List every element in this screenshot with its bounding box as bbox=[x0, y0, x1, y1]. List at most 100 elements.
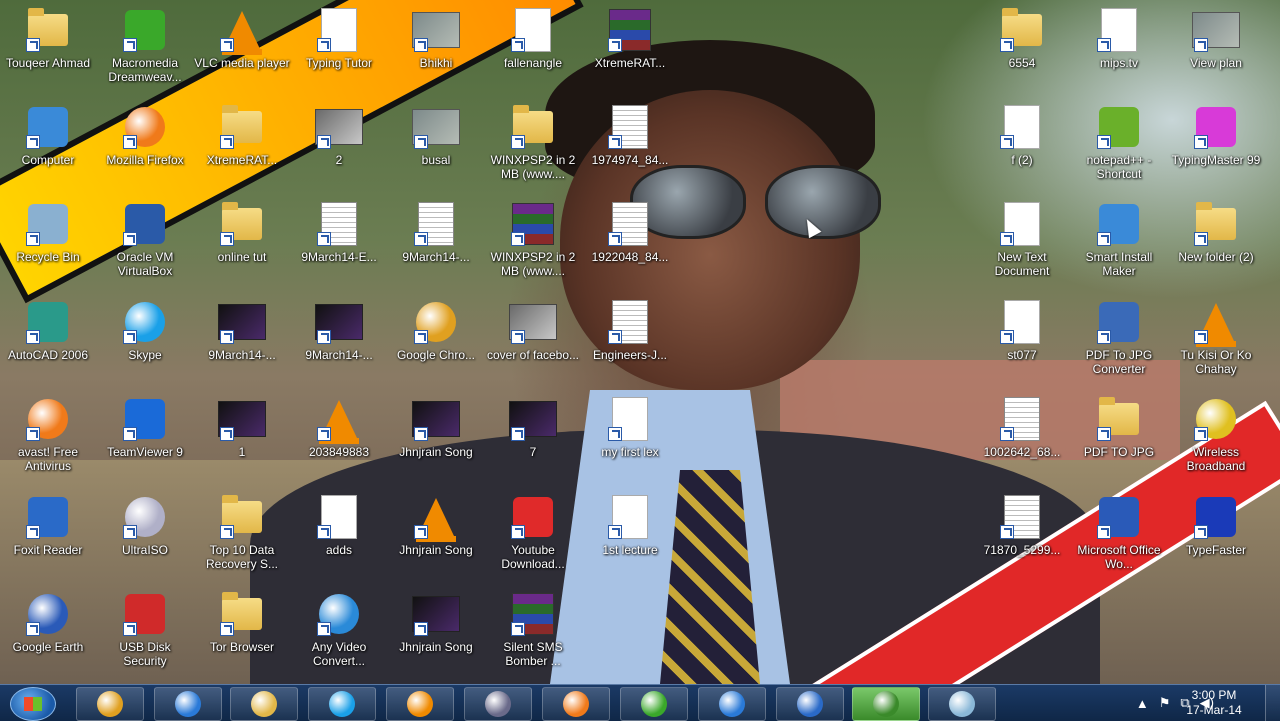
desktop-icon[interactable]: Touqeer Ahmad bbox=[0, 6, 96, 70]
desktop-icon[interactable]: 1922048_84... bbox=[582, 200, 678, 264]
desktop-icon[interactable]: Tu Kisi Or Ko Chahay bbox=[1168, 298, 1264, 376]
desktop-icon[interactable]: Wireless Broadband bbox=[1168, 395, 1264, 473]
desktop-icon[interactable]: Foxit Reader bbox=[0, 493, 96, 557]
taskbar-button-notepad[interactable] bbox=[928, 687, 996, 721]
desktop-icon[interactable]: AutoCAD 2006 bbox=[0, 298, 96, 362]
desktop-icon[interactable]: Mozilla Firefox bbox=[97, 103, 193, 167]
taskbar-button-camtasia[interactable] bbox=[852, 687, 920, 721]
shortcut-arrow-icon bbox=[414, 135, 428, 149]
desktop-icon[interactable]: WINXPSP2 in 2 MB (www.... bbox=[485, 103, 581, 181]
taskbar-button-utorrent[interactable] bbox=[620, 687, 688, 721]
text-file-icon bbox=[998, 200, 1046, 248]
desktop-icon[interactable]: Microsoft Office Wo... bbox=[1071, 493, 1167, 571]
desktop-icon[interactable]: online tut bbox=[194, 200, 290, 264]
desktop-icon[interactable]: 2 bbox=[291, 103, 387, 167]
desktop-icon[interactable]: Skype bbox=[97, 298, 193, 362]
desktop-icon[interactable]: Macromedia Dreamweav... bbox=[97, 6, 193, 84]
desktop-icon[interactable]: PDF To JPG Converter bbox=[1071, 298, 1167, 376]
desktop-icon[interactable]: New Text Document bbox=[974, 200, 1070, 278]
desktop-icon[interactable]: XtremeRAT... bbox=[194, 103, 290, 167]
desktop-icon[interactable]: busal bbox=[388, 103, 484, 167]
desktop-icon[interactable]: XtremeRAT... bbox=[582, 6, 678, 70]
desktop-icon[interactable]: 1974974_84... bbox=[582, 103, 678, 167]
desktop-icon[interactable]: Recycle Bin bbox=[0, 200, 96, 264]
desktop-icon[interactable]: Tor Browser bbox=[194, 590, 290, 654]
desktop-icon[interactable]: VLC media player bbox=[194, 6, 290, 70]
taskbar-button-vlc[interactable] bbox=[386, 687, 454, 721]
desktop-icon[interactable]: Jhnjrain Song bbox=[388, 395, 484, 459]
notepadpp-icon bbox=[1095, 103, 1143, 151]
desktop-icon-label: Top 10 Data Recovery S... bbox=[205, 543, 279, 571]
desktop-icon[interactable]: 203849883 bbox=[291, 395, 387, 459]
taskbar-button-chrome[interactable] bbox=[76, 687, 144, 721]
show-hidden-icons-icon[interactable]: ▲ bbox=[1136, 696, 1149, 711]
foxit-icon bbox=[797, 691, 823, 717]
utorrent-icon bbox=[641, 691, 667, 717]
shortcut-arrow-icon bbox=[1000, 330, 1014, 344]
taskbar-button-internet-explorer-2[interactable] bbox=[698, 687, 766, 721]
desktop-icon[interactable]: Youtube Download... bbox=[485, 493, 581, 571]
desktop-icon[interactable]: cover of facebo... bbox=[485, 298, 581, 362]
desktop-icon[interactable]: 7 bbox=[485, 395, 581, 459]
desktop-icon[interactable]: Jhnjrain Song bbox=[388, 493, 484, 557]
desktop-icon[interactable]: PDF TO JPG bbox=[1071, 395, 1167, 459]
show-desktop-button[interactable] bbox=[1265, 685, 1280, 721]
desktop-icon[interactable]: Smart Install Maker bbox=[1071, 200, 1167, 278]
taskbar-button-file-explorer[interactable] bbox=[230, 687, 298, 721]
shortcut-arrow-icon bbox=[414, 622, 428, 636]
desktop-icon-label: Microsoft Office Wo... bbox=[1077, 543, 1161, 571]
start-button[interactable] bbox=[10, 687, 56, 721]
taskbar-button-skype[interactable] bbox=[308, 687, 376, 721]
desktop-icon[interactable]: st077 bbox=[974, 298, 1070, 362]
video-thumbnail-icon bbox=[315, 103, 363, 151]
desktop-icon[interactable]: Typing Tutor bbox=[291, 6, 387, 70]
desktop-icon[interactable]: Bhikhi bbox=[388, 6, 484, 70]
shortcut-arrow-icon bbox=[511, 622, 525, 636]
desktop-icon[interactable]: Computer bbox=[0, 103, 96, 167]
desktop-icon[interactable]: fallenangle bbox=[485, 6, 581, 70]
desktop-icon[interactable]: UltraISO bbox=[97, 493, 193, 557]
desktop-icon[interactable]: USB Disk Security bbox=[97, 590, 193, 668]
desktop-icon[interactable]: 9March14-E... bbox=[291, 200, 387, 264]
desktop-icon[interactable]: Silent SMS Bomber ... bbox=[485, 590, 581, 668]
taskbar-button-internet-explorer[interactable] bbox=[154, 687, 222, 721]
desktop-icon[interactable]: Oracle VM VirtualBox bbox=[97, 200, 193, 278]
desktop-icon[interactable]: Google Earth bbox=[0, 590, 96, 654]
desktop-icon[interactable]: mips.tv bbox=[1071, 6, 1167, 70]
desktop-icon[interactable]: 1002642_68... bbox=[974, 395, 1070, 459]
desktop-icon-label: f (2) bbox=[1011, 153, 1033, 167]
desktop-icon[interactable]: adds bbox=[291, 493, 387, 557]
taskbar-button-firefox[interactable] bbox=[542, 687, 610, 721]
taskbar-button-foxit[interactable] bbox=[776, 687, 844, 721]
desktop-icon[interactable]: TypingMaster 99 bbox=[1168, 103, 1264, 167]
desktop-icon[interactable]: View plan bbox=[1168, 6, 1264, 70]
desktop-icon[interactable]: notepad++ - Shortcut bbox=[1071, 103, 1167, 181]
desktop-icon[interactable]: Google Chro... bbox=[388, 298, 484, 362]
desktop-icon[interactable]: WINXPSP2 in 2 MB (www.... bbox=[485, 200, 581, 278]
desktop-icon[interactable]: 6554 bbox=[974, 6, 1070, 70]
desktop-icon[interactable]: 9March14-... bbox=[194, 298, 290, 362]
desktop-icon[interactable]: TypeFaster bbox=[1168, 493, 1264, 557]
desktop-icon[interactable]: 1 bbox=[194, 395, 290, 459]
desktop-icon[interactable]: Engineers-J... bbox=[582, 298, 678, 362]
shortcut-arrow-icon bbox=[317, 427, 331, 441]
taskbar-button-media-player[interactable] bbox=[464, 687, 532, 721]
desktop-icon[interactable]: 1st lecture bbox=[582, 493, 678, 557]
desktop-icon[interactable]: TeamViewer 9 bbox=[97, 395, 193, 459]
folder-icon bbox=[998, 6, 1046, 54]
desktop-icon[interactable]: f (2) bbox=[974, 103, 1070, 167]
desktop-icon[interactable]: Any Video Convert... bbox=[291, 590, 387, 668]
desktop-icon[interactable]: Top 10 Data Recovery S... bbox=[194, 493, 290, 571]
desktop-icon[interactable]: avast! Free Antivirus bbox=[0, 395, 96, 473]
desktop-icon[interactable]: 71870_5299... bbox=[974, 493, 1070, 557]
shortcut-arrow-icon bbox=[1097, 232, 1111, 246]
desktop-icon[interactable]: Jhnjrain Song bbox=[388, 590, 484, 654]
desktop-icon[interactable]: 9March14-... bbox=[291, 298, 387, 362]
desktop-icon-label: Typing Tutor bbox=[305, 56, 373, 70]
desktop-icon[interactable]: 9March14-... bbox=[388, 200, 484, 264]
clock[interactable]: 3:00 PM 17-Mar-14 bbox=[1174, 688, 1254, 718]
action-center-flag-icon[interactable]: ⚑ bbox=[1159, 695, 1171, 711]
desktop-icon[interactable]: my first lex bbox=[582, 395, 678, 459]
desktop-icon[interactable]: New folder (2) bbox=[1168, 200, 1264, 264]
shortcut-arrow-icon bbox=[414, 330, 428, 344]
